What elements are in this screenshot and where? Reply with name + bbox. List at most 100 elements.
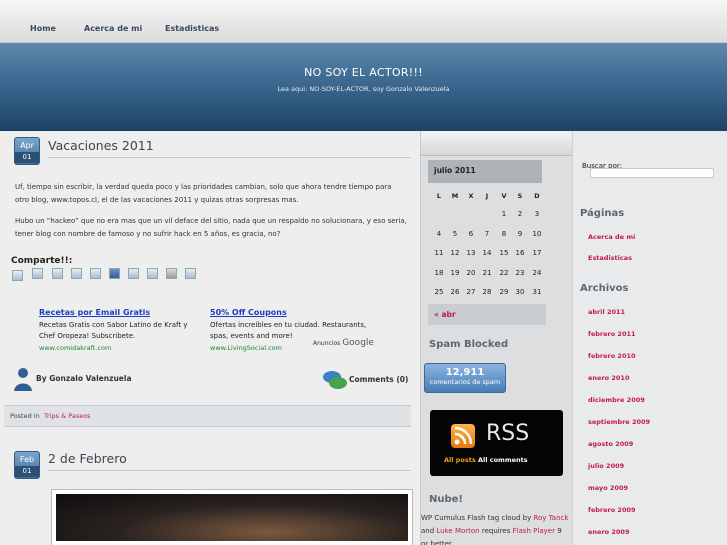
spam-count: 12,911	[445, 367, 485, 378]
share-label: Comparte!!:	[11, 256, 73, 266]
post-title[interactable]: Vacaciones 2011	[48, 138, 154, 153]
post-title[interactable]: 2 de Febrero	[48, 451, 127, 466]
cumulus-text: and	[421, 527, 437, 535]
calendar-day: 9	[517, 229, 523, 238]
nav-home[interactable]: Home	[30, 24, 56, 33]
rss-all-posts[interactable]: All posts	[444, 456, 476, 464]
calendar-day: 17	[532, 249, 542, 257]
post-month: Feb	[19, 455, 35, 464]
category-link[interactable]: Trips & Paseos	[44, 412, 91, 420]
share-icon[interactable]	[166, 268, 177, 279]
spam-counter[interactable]: 12,911 comentarios de spam	[424, 363, 506, 393]
share-icon[interactable]	[128, 268, 139, 279]
calendar-day: 14	[482, 249, 492, 257]
archive-link[interactable]: abril 2011	[588, 308, 625, 316]
calendar-weekday: X	[468, 192, 474, 200]
google-logo: Google	[342, 338, 374, 348]
archives-title: Archivos	[580, 283, 629, 294]
page-link-acerca[interactable]: Acerca de mi	[588, 233, 635, 241]
post-paragraph: Hubo un “hackeo” que no era mas que un v…	[15, 217, 407, 238]
comments-icon[interactable]	[322, 369, 348, 391]
calendar-month: julio 2011	[428, 160, 542, 183]
post-day: 01	[15, 152, 39, 163]
pages-title: Páginas	[580, 208, 625, 219]
post-meta-bar: Posted in Trips & Paseos	[4, 405, 411, 427]
archive-link[interactable]: febrero 2011	[588, 330, 636, 338]
title-divider	[48, 157, 411, 158]
post-date-badge: Feb 01	[14, 451, 40, 479]
archive-link[interactable]: agosto 2009	[588, 440, 633, 448]
flash-player-link[interactable]: Flash Player	[513, 527, 555, 535]
google-ads-label[interactable]: Anuncios Google	[313, 338, 374, 348]
share-icon[interactable]	[52, 268, 63, 279]
photo-content	[56, 494, 408, 541]
archive-link[interactable]: julio 2009	[588, 462, 624, 470]
facebook-icon[interactable]	[109, 268, 120, 279]
calendar-day: 20	[466, 268, 476, 277]
rss-icon	[451, 424, 475, 448]
archive-link[interactable]: diciembre 2009	[588, 396, 645, 404]
post-image[interactable]	[52, 490, 412, 545]
share-icon[interactable]	[185, 268, 196, 279]
rss-feed-box[interactable]: RSS All posts All comments	[430, 410, 563, 476]
nav-estadisticas[interactable]: Estadisticas	[165, 24, 219, 33]
site-subtitle: Lea aqui: NO-SOY-EL-ACTOR, soy Gonzalo V…	[277, 85, 450, 93]
post-byline: By Gonzalo Valenzuela	[36, 374, 132, 383]
calendar-weekday: V	[501, 192, 507, 200]
calendar-day: 21	[482, 268, 492, 277]
archive-link[interactable]: enero 2010	[588, 374, 629, 382]
calendar-weekday: D	[534, 192, 540, 200]
share-icon[interactable]	[71, 268, 82, 279]
calendar-day: 18	[434, 268, 444, 277]
calendar-prev-link[interactable]: « abr	[428, 304, 546, 325]
calendar-day: 3	[534, 210, 540, 218]
ad-title-link[interactable]: 50% Off Coupons	[210, 308, 287, 317]
author-icon	[14, 368, 32, 391]
calendar-weekday: L	[436, 192, 442, 200]
calendar-day: 30	[515, 288, 525, 296]
archive-link[interactable]: febrero 2010	[588, 352, 636, 360]
calendar-day: 6	[468, 229, 474, 238]
nav-acerca[interactable]: Acerca de mi	[84, 24, 142, 33]
rss-all-comments[interactable]: All comments	[478, 456, 528, 464]
calendar-day: 1	[501, 210, 507, 218]
calendar-weekday: M	[451, 192, 459, 200]
calendar-day: 7	[484, 229, 490, 238]
archive-link[interactable]: enero 2009	[588, 528, 629, 536]
page-link-estadisticas[interactable]: Estadisticas	[588, 254, 632, 262]
post-month: Apr	[20, 141, 34, 150]
comments-link[interactable]: Comments (0)	[349, 375, 408, 384]
ad-title-link[interactable]: Recetas por Email Gratis	[39, 308, 150, 317]
share-icon[interactable]	[147, 268, 158, 279]
nube-title: Nube!	[429, 494, 463, 505]
ad-url[interactable]: www.comidakraft.com	[39, 344, 199, 352]
share-icon[interactable]	[12, 270, 23, 281]
rss-wordmark: RSS	[486, 421, 530, 446]
archive-link[interactable]: septiembre 2009	[588, 418, 650, 426]
calendar-day: 2	[517, 210, 523, 218]
share-icon[interactable]	[90, 268, 101, 279]
archive-link[interactable]: febrero 2009	[588, 506, 636, 514]
calendar-day: 5	[452, 229, 458, 238]
cumulus-text: requires	[479, 527, 513, 535]
post-day: 01	[15, 466, 39, 477]
archive-link[interactable]: mayo 2009	[588, 484, 628, 492]
calendar-widget: julio 2011 L M X J V S D 1 2 3 4 5 6 7 8 9 10 11 12…	[428, 160, 546, 325]
calendar-day: 10	[532, 229, 542, 238]
ad-text: Recetas Gratis con Sabor Latino de Kraft…	[39, 321, 188, 340]
roy-tanck-link[interactable]: Roy Tanck	[533, 514, 568, 522]
author-name[interactable]: Gonzalo Valenzuela	[49, 374, 131, 383]
luke-morton-link[interactable]: Luke Morton	[436, 527, 479, 535]
byline-prefix: By	[36, 374, 47, 383]
share-icon[interactable]	[32, 268, 43, 279]
spam-label: comentarios de spam	[429, 378, 501, 386]
calendar-day: 19	[450, 268, 460, 277]
rss-links: All posts All comments	[444, 456, 528, 464]
calendar-day: 4	[436, 229, 442, 238]
site-title[interactable]: NO SOY EL ACTOR!!!	[0, 66, 727, 79]
calendar-day: 22	[499, 268, 509, 277]
calendar-weekday: S	[517, 192, 523, 200]
search-input[interactable]	[590, 168, 714, 178]
calendar-day: 13	[466, 249, 476, 257]
post-paragraph: Uf, tiempo sin escribir, la verdad queda…	[15, 183, 392, 204]
